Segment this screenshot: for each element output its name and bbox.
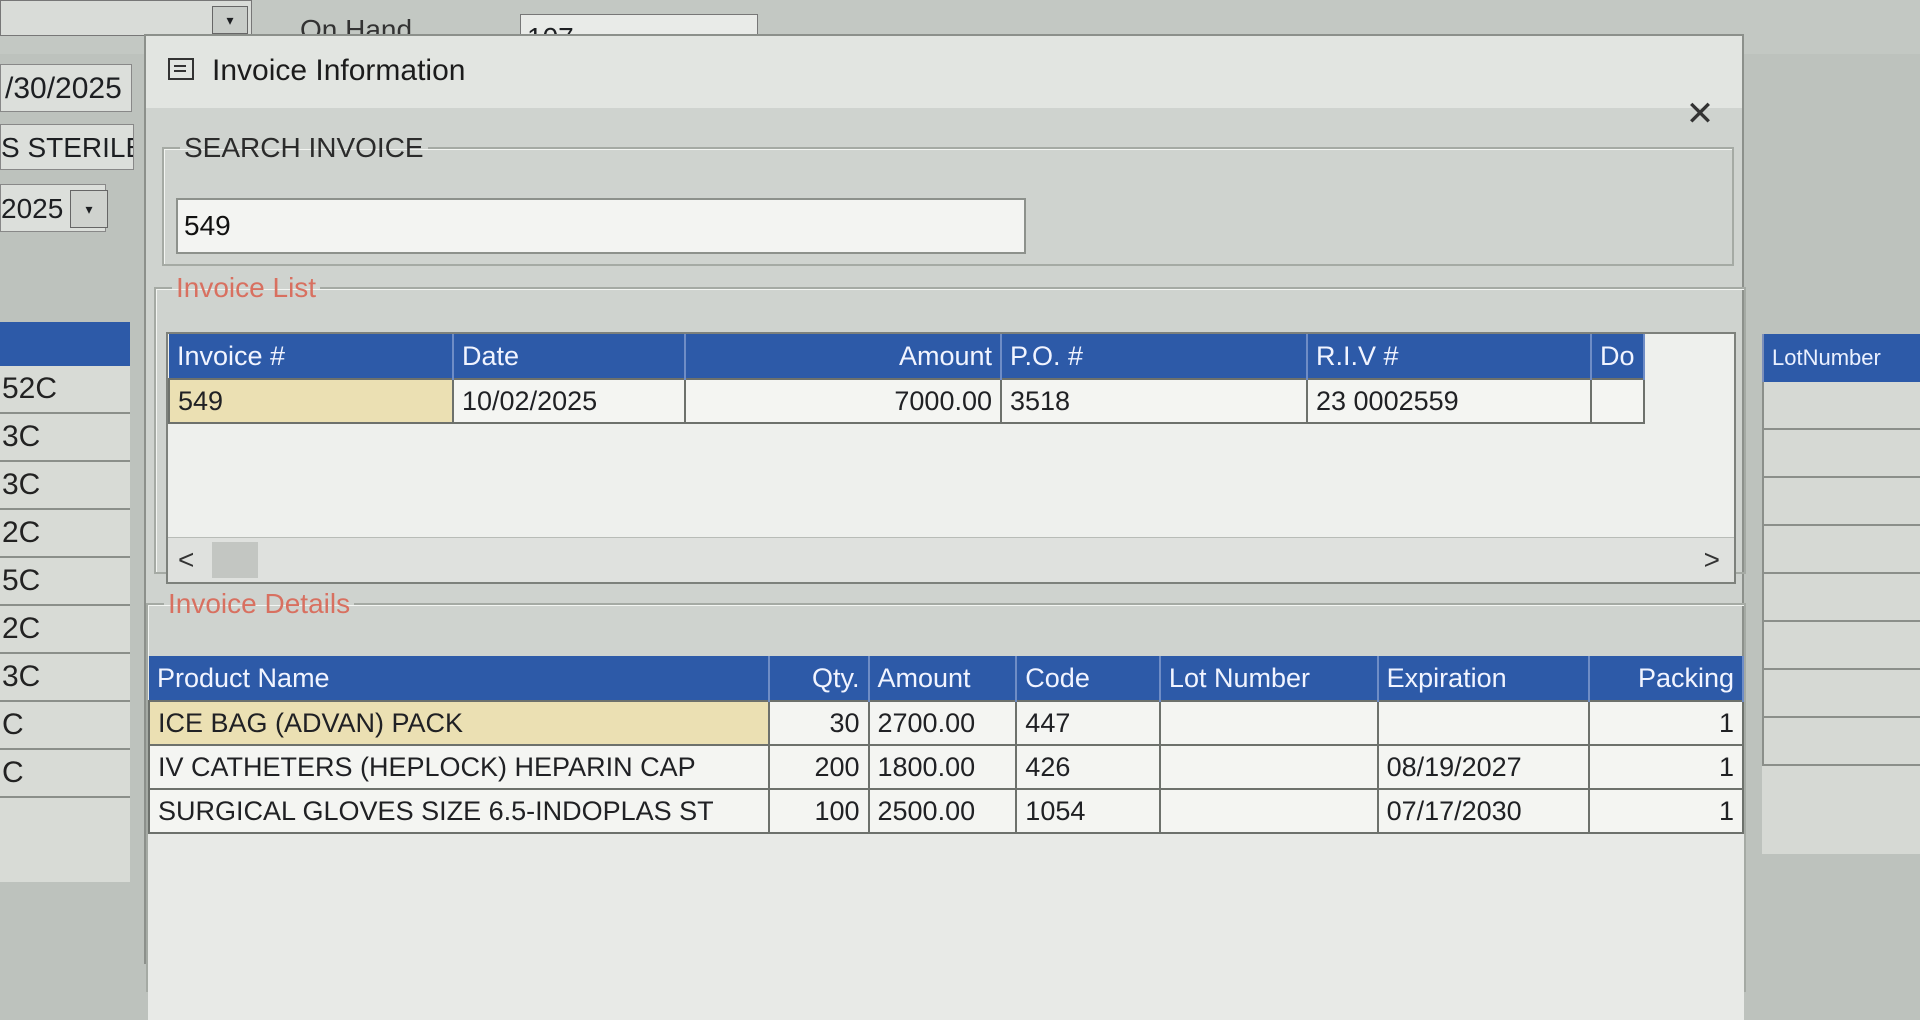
amount-cell[interactable]: 2500.00 xyxy=(867,788,1018,834)
dialog-title: Invoice Information xyxy=(212,54,466,87)
background-date-field[interactable]: /30/2025 xyxy=(0,64,132,112)
invoice-number-cell[interactable]: 549 xyxy=(168,378,454,424)
search-invoice-legend: SEARCH INVOICE xyxy=(184,132,424,163)
lot-number-column-header[interactable]: LotNumber xyxy=(1762,334,1920,382)
background-grid-cell[interactable]: 2C xyxy=(0,606,130,654)
dialog-titlebar[interactable]: Invoice Information xyxy=(146,36,1742,108)
column-header-do[interactable]: Do xyxy=(1591,334,1645,379)
amount-cell[interactable]: 1800.00 xyxy=(867,744,1018,790)
window-icon xyxy=(168,58,194,80)
scroll-left-icon[interactable]: < xyxy=(178,544,194,576)
invoice-details-group: Invoice Details Product Name Qty. Amount… xyxy=(146,588,1746,1020)
background-grid-left: 52C 3C 3C 2C 5C 2C 3C C C xyxy=(0,322,130,882)
table-row[interactable]: ICE BAG (ADVAN) PACK 30 2700.00 447 1 xyxy=(148,700,1744,746)
background-grid-cell[interactable]: C xyxy=(0,750,130,798)
column-header-code[interactable]: Code xyxy=(1016,656,1161,701)
background-grid-row[interactable] xyxy=(1762,526,1920,574)
table-row[interactable]: IV CATHETERS (HEPLOCK) HEPARIN CAP 200 1… xyxy=(148,744,1744,790)
background-grid-row[interactable] xyxy=(1762,670,1920,718)
qty-cell[interactable]: 200 xyxy=(767,744,870,790)
column-header-lot-number[interactable]: Lot Number xyxy=(1159,656,1379,701)
expiration-cell[interactable]: 07/17/2030 xyxy=(1376,788,1591,834)
background-grid-right: LotNumber xyxy=(1762,334,1920,854)
invoice-details-legend: Invoice Details xyxy=(168,588,351,619)
invoice-details-table: Product Name Qty. Amount Code Lot Number… xyxy=(148,656,1744,834)
background-grid-row[interactable] xyxy=(1762,478,1920,526)
background-grid-cell[interactable]: 52C xyxy=(0,366,130,414)
packing-cell[interactable]: 1 xyxy=(1588,788,1744,834)
invoice-amount-cell[interactable]: 7000.00 xyxy=(684,378,1002,424)
product-name-cell[interactable]: ICE BAG (ADVAN) PACK xyxy=(148,700,770,746)
combo-dropdown-icon[interactable]: ▾ xyxy=(212,6,248,34)
expiration-cell[interactable] xyxy=(1376,700,1591,746)
code-cell[interactable]: 426 xyxy=(1015,744,1161,790)
amount-cell[interactable]: 2700.00 xyxy=(867,700,1018,746)
packing-cell[interactable]: 1 xyxy=(1588,700,1744,746)
background-grid-cell[interactable]: 3C xyxy=(0,462,130,510)
background-description-field[interactable]: S STERILE xyxy=(0,124,134,170)
column-header-amount[interactable]: Amount xyxy=(685,334,1002,379)
table-row[interactable]: 549 10/02/2025 7000.00 3518 23 0002559 xyxy=(168,378,1645,424)
scrollbar-thumb[interactable] xyxy=(212,542,258,578)
code-cell[interactable]: 447 xyxy=(1015,700,1161,746)
invoice-riv-cell[interactable]: 23 0002559 xyxy=(1306,378,1592,424)
background-grid-cell[interactable]: 3C xyxy=(0,414,130,462)
invoice-list-header-row: Invoice # Date Amount P.O. # R.I.V # Do xyxy=(169,334,1645,379)
horizontal-scrollbar[interactable]: < > xyxy=(168,537,1734,582)
expiration-cell[interactable]: 08/19/2027 xyxy=(1376,744,1591,790)
background-grid-row[interactable] xyxy=(1762,718,1920,766)
background-grid-row[interactable] xyxy=(1762,430,1920,478)
background-grid-cell[interactable]: 5C xyxy=(0,558,130,606)
code-cell[interactable]: 1054 xyxy=(1015,788,1161,834)
qty-cell[interactable]: 100 xyxy=(767,788,870,834)
background-grid-cell[interactable]: C xyxy=(0,702,130,750)
background-grid-row[interactable] xyxy=(1762,382,1920,430)
column-header-invoice[interactable]: Invoice # xyxy=(169,334,454,379)
invoice-information-dialog: Invoice Information ✕ SEARCH INVOICE Inv… xyxy=(144,34,1746,1020)
scroll-right-icon[interactable]: > xyxy=(1704,544,1720,576)
background-grid-header xyxy=(0,322,130,366)
lot-number-cell[interactable] xyxy=(1158,700,1379,746)
column-header-qty[interactable]: Qty. xyxy=(768,656,870,701)
invoice-details-header-row: Product Name Qty. Amount Code Lot Number… xyxy=(149,656,1744,701)
invoice-list-group: Invoice List Invoice # Date Amount P.O. … xyxy=(154,272,1746,584)
column-header-riv[interactable]: R.I.V # xyxy=(1307,334,1592,379)
year-dropdown-icon[interactable]: ▾ xyxy=(70,190,108,228)
table-row[interactable]: SURGICAL GLOVES SIZE 6.5-INDOPLAS ST 100… xyxy=(148,788,1744,834)
background-grid-row[interactable] xyxy=(1762,574,1920,622)
column-header-product-name[interactable]: Product Name xyxy=(149,656,770,701)
invoice-po-cell[interactable]: 3518 xyxy=(1000,378,1308,424)
packing-cell[interactable]: 1 xyxy=(1588,744,1744,790)
invoice-list-legend: Invoice List xyxy=(176,272,317,303)
product-name-cell[interactable]: IV CATHETERS (HEPLOCK) HEPARIN CAP xyxy=(148,744,770,790)
background-grid-row[interactable] xyxy=(1762,622,1920,670)
column-header-amount[interactable]: Amount xyxy=(868,656,1018,701)
invoice-date-cell[interactable]: 10/02/2025 xyxy=(452,378,686,424)
search-invoice-input[interactable] xyxy=(176,198,1026,254)
lot-number-cell[interactable] xyxy=(1158,744,1379,790)
column-header-packing[interactable]: Packing xyxy=(1589,656,1744,701)
column-header-expiration[interactable]: Expiration xyxy=(1377,656,1591,701)
product-name-cell[interactable]: SURGICAL GLOVES SIZE 6.5-INDOPLAS ST xyxy=(148,788,770,834)
column-header-po[interactable]: P.O. # xyxy=(1001,334,1308,379)
background-grid-cell[interactable]: 3C xyxy=(0,654,130,702)
column-header-date[interactable]: Date xyxy=(453,334,686,379)
invoice-details-grid: Product Name Qty. Amount Code Lot Number… xyxy=(148,656,1744,1020)
background-grid-cell[interactable]: 2C xyxy=(0,510,130,558)
qty-cell[interactable]: 30 xyxy=(767,700,870,746)
search-invoice-group: SEARCH INVOICE xyxy=(162,132,1734,266)
lot-number-cell[interactable] xyxy=(1158,788,1379,834)
invoice-do-cell[interactable] xyxy=(1590,378,1645,424)
close-button[interactable]: ✕ xyxy=(1680,94,1720,134)
invoice-list-table: Invoice # Date Amount P.O. # R.I.V # Do … xyxy=(168,334,1645,424)
invoice-list-grid: Invoice # Date Amount P.O. # R.I.V # Do … xyxy=(166,332,1736,584)
